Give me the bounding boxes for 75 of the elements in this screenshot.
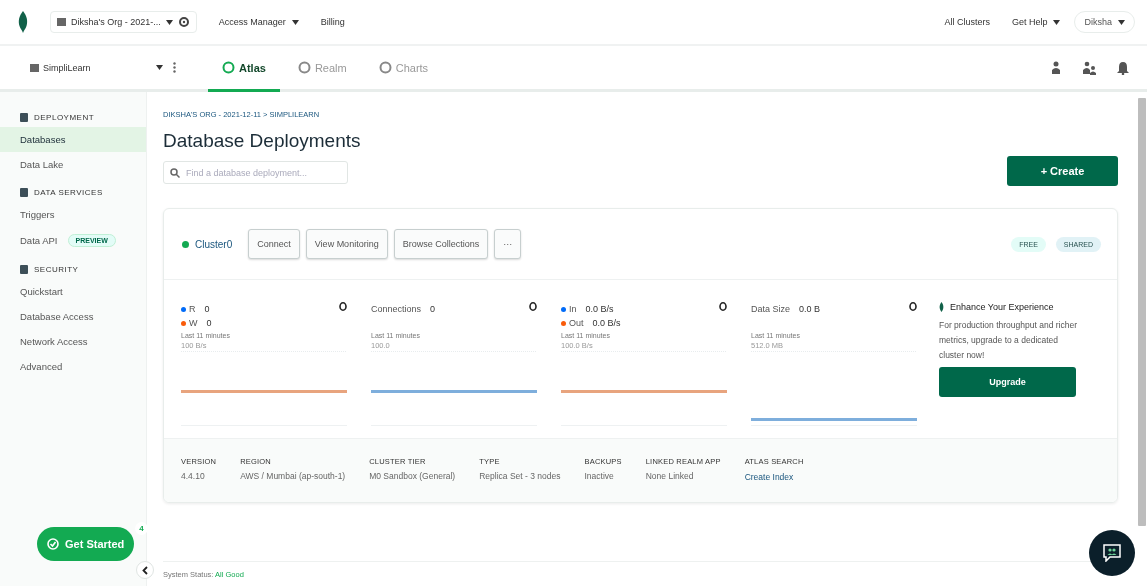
caret-icon — [1118, 19, 1125, 25]
detail-value: None Linked — [645, 471, 695, 481]
sidebar-item[interactable]: Advanced — [0, 354, 146, 379]
legend-label: Data Size — [751, 303, 791, 316]
sidebar-item[interactable]: Databases — [0, 127, 146, 152]
cluster-action-button[interactable]: View Monitoring — [305, 229, 388, 259]
folder-icon — [30, 63, 39, 72]
org-selector[interactable]: Diksha's Org - 2021-... — [50, 11, 197, 33]
nav-link[interactable]: Get Help — [1011, 17, 1061, 27]
detail-value: Replica Set - 3 nodes — [479, 471, 561, 481]
project-selector[interactable]: SimpliLearn — [30, 62, 154, 73]
people-icon — [1083, 60, 1097, 75]
page-title: Database Deployments — [163, 130, 362, 152]
legend-label: Out — [569, 317, 584, 330]
legend-value: 0.0 B — [799, 303, 821, 316]
status-dot — [182, 240, 189, 248]
cluster-action-button[interactable]: ··· — [494, 229, 522, 259]
person-icon — [1051, 60, 1063, 75]
dropdown-button[interactable] — [154, 63, 165, 72]
detail-value: Inactive — [584, 471, 615, 481]
bell-icon — [1117, 60, 1129, 75]
leaf-logo-icon — [18, 11, 28, 33]
more-vertical-icon — [173, 62, 176, 73]
cluster-action-button[interactable]: Browse Collections — [393, 229, 489, 259]
caret-icon — [165, 19, 173, 25]
circle-icon — [297, 61, 311, 74]
chat-icon — [1103, 544, 1121, 562]
legend-value: 0.0 B/s — [585, 303, 614, 316]
nav-link[interactable]: All Clusters — [944, 17, 990, 27]
nav-link[interactable]: Access Manager — [218, 17, 299, 27]
upgrade-button[interactable]: Upgrade — [939, 367, 1076, 397]
section-icon — [20, 188, 28, 197]
chevron-left-icon — [142, 565, 148, 575]
section-icon — [20, 113, 28, 122]
detail-value: AWS / Mumbai (ap-south-1) — [240, 471, 346, 481]
legend-label: W — [189, 317, 198, 330]
legend-label: R — [189, 303, 196, 316]
legend-value: 0 — [206, 317, 212, 330]
sidebar-item[interactable]: Triggers — [0, 202, 146, 227]
chat-button[interactable] — [1089, 530, 1135, 576]
folder-icon — [57, 18, 66, 26]
sidebar-item[interactable]: Database Access — [0, 304, 146, 329]
section-heading: DATA SERVICES — [34, 188, 103, 197]
product-tab[interactable]: Atlas — [208, 46, 280, 92]
legend-label: In — [569, 303, 577, 316]
section-heading: SECURITY — [34, 265, 79, 274]
scrollbar[interactable] — [1138, 98, 1146, 526]
settings-icon — [177, 16, 190, 28]
sidebar-item[interactable]: Data Lake — [0, 152, 146, 177]
create-button[interactable]: + Create — [1007, 156, 1118, 186]
caret-icon — [156, 65, 163, 70]
search-icon — [170, 168, 180, 178]
legend-value: 0 — [204, 303, 210, 316]
nav-link[interactable]: Billing — [320, 17, 345, 27]
section-heading: DEPLOYMENT — [34, 113, 95, 122]
legend-label: Connections — [371, 303, 422, 316]
circle-icon — [222, 61, 235, 74]
detail-value: M0 Sandbox (General) — [369, 471, 456, 481]
detail-link[interactable]: Create Index — [744, 472, 794, 482]
detail-value: 4.4.10 — [181, 471, 206, 481]
upsell-title: Enhance Your Experience — [950, 302, 1054, 312]
cluster-name-link[interactable]: Cluster0 — [195, 238, 233, 250]
sidebar-item[interactable]: Quickstart — [0, 279, 146, 304]
upsell-text: For production throughput and richer metrics, upgrade to a dedicated cluster now! — [939, 319, 1078, 362]
legend-value: 0.0 B/s — [592, 317, 621, 330]
legend-value: 0 — [430, 303, 436, 316]
circle-icon — [378, 61, 392, 74]
cluster-action-button[interactable]: Connect — [248, 229, 300, 259]
search-field[interactable]: Find a database deployment... — [163, 161, 348, 184]
leaf-icon — [939, 302, 944, 312]
section-icon — [20, 265, 28, 274]
caret-icon — [1053, 19, 1061, 25]
caret-icon — [291, 19, 299, 25]
sidebar-item[interactable]: Network Access — [0, 329, 146, 354]
check-circle-icon — [47, 538, 59, 550]
